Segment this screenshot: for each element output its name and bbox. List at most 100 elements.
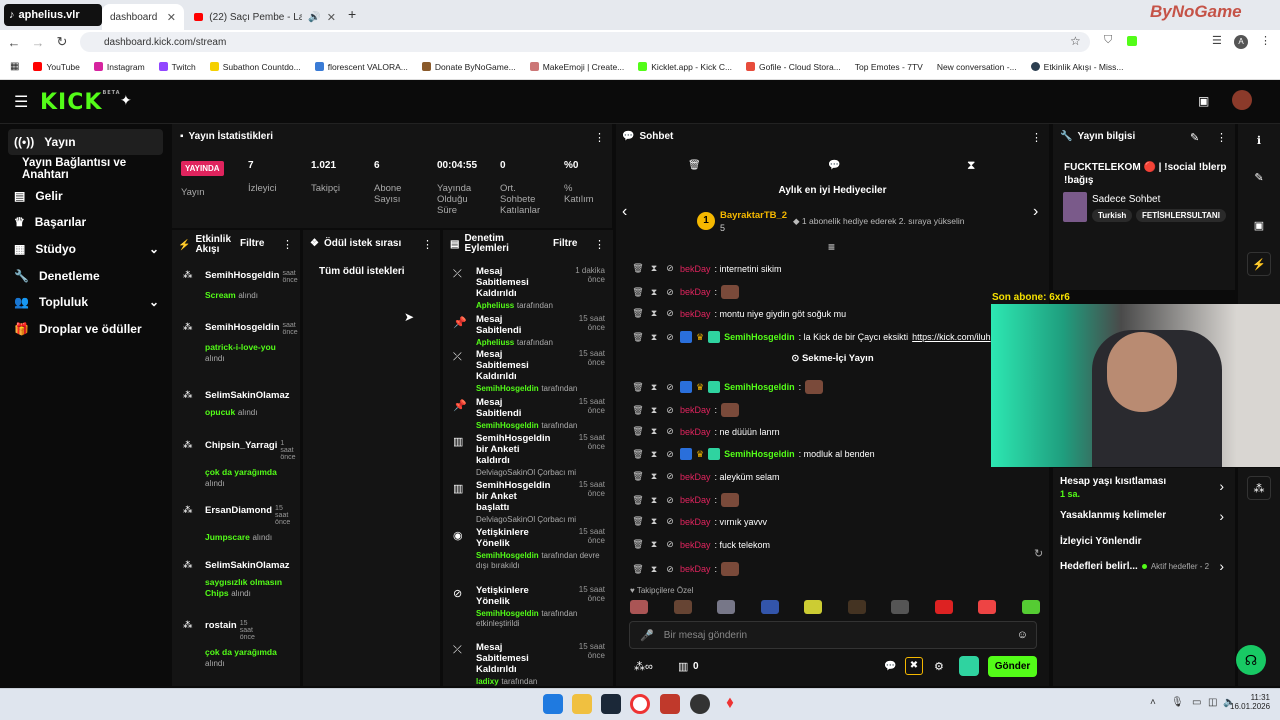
emote-icon[interactable] [717,600,736,614]
store-icon[interactable]: ▥ [678,660,688,673]
url-input[interactable]: dashboard.kick.com/stream [80,32,1090,52]
trash-icon[interactable]: 🗑 [688,160,701,171]
profile-avatar[interactable]: A [1234,35,1248,49]
ban-icon[interactable]: ⊘ [664,426,676,437]
ban-icon[interactable]: ⊘ [664,405,676,416]
new-tab-button[interactable]: + [348,6,356,22]
network-icon[interactable]: ◫ [1208,697,1217,708]
all-rewards-link[interactable]: Tüm ödül istekleri [319,266,405,277]
chat-message[interactable]: 🗑 ⧗ ⊘ ♛ SemihHosgeldin : la Kick de bir Çay… [632,331,991,343]
emote-icon[interactable] [673,600,692,614]
trash-icon[interactable]: 🗑 [632,308,644,319]
chat-message[interactable]: 🗑 ⧗ ⊘ bekDay : vırnık yavvv [632,516,767,527]
stream-app-icon[interactable] [660,694,680,714]
chat-message[interactable]: 🗑 ⧗ ⊘ bekDay : ne düüün lanrn [632,426,779,437]
shield-icon[interactable]: ⛉ [1104,34,1112,47]
forward-icon[interactable]: → [26,35,50,50]
monitor-icon[interactable]: ▭ [1192,697,1201,708]
trash-icon[interactable]: 🗑 [632,471,644,482]
chat-username[interactable]: bekDay [680,564,711,574]
emote-icon[interactable] [934,600,953,614]
timeout-icon[interactable]: ⧗ [648,471,660,482]
bookmark-subathon[interactable]: Subathon Countdo... [209,62,301,72]
points-icon[interactable]: ⁂∞ [634,660,653,673]
chat-message[interactable]: 🗑 ⧗ ⊘ bekDay : [632,493,740,507]
activity-menu-icon[interactable]: ⋮ [282,238,293,251]
timeout-icon[interactable]: ⧗ [648,426,660,437]
user-avatar[interactable] [1232,90,1252,110]
ban-icon[interactable]: ⊘ [664,382,676,393]
obs-icon[interactable] [690,694,710,714]
nav-stream-key[interactable]: Yayın Bağlantısı ve Anahtarı [16,156,171,182]
chrome-icon[interactable] [630,694,650,714]
nav-topluluk[interactable]: 👥 Topluluk ⌄ [8,289,163,315]
help-button[interactable]: ☊ [1236,645,1266,675]
bookmark-instagram[interactable]: Instagram [93,62,145,72]
chat-message[interactable]: 🗑 ⧗ ⊘ bekDay : [632,562,740,576]
activity-filter-button[interactable]: Filtre [240,238,264,249]
pin-tool-icon[interactable]: ✦ [120,92,132,109]
chat-message[interactable]: 🗑 ⧗ ⊘ bekDay : [632,403,740,417]
setting-banned-words[interactable]: Yasaklanmış kelimeler › [1060,508,1228,524]
chat-username[interactable]: SemihHosgeldin [724,332,795,342]
chevron-left-icon[interactable]: ‹ [622,203,627,221]
nav-denetleme[interactable]: 🔧 Denetleme [8,263,163,289]
trash-icon[interactable]: 🗑 [632,495,644,506]
timeout-icon[interactable]: ⧗ [648,516,660,527]
emote-icon[interactable] [1021,600,1040,614]
preview-icon[interactable]: ▣ [1198,94,1209,108]
emoji-icon[interactable]: ☺ [1017,629,1028,641]
chevron-up-icon[interactable]: ˄ [1150,697,1156,708]
emote-icon[interactable] [847,600,866,614]
valorant-icon[interactable]: ⬧ [720,694,740,714]
trash-icon[interactable]: 🗑 [632,405,644,416]
nav-studyo[interactable]: ▦ Stüdyo ⌄ [8,236,163,262]
tab-dashboard[interactable]: dashboard ✕ [102,4,184,30]
chat-username[interactable]: bekDay [680,495,711,505]
timeout-icon[interactable]: ⧗ [648,287,660,298]
mic-icon[interactable]: 🎤 [640,629,654,642]
chat-input[interactable]: 🎤 Bir mesaj gönderin ☺ [629,621,1037,649]
emote-icon[interactable] [891,600,910,614]
reload-icon[interactable]: ↻ [50,34,74,50]
timeout-icon[interactable]: ⧗ [648,332,660,343]
steam-icon[interactable] [601,694,621,714]
timeout-icon[interactable]: ⧗ [648,382,660,393]
nav-droplar[interactable]: 🎁 Droplar ve ödüller [8,316,163,342]
ban-icon[interactable]: ⊘ [664,332,676,343]
chat-username[interactable]: bekDay [680,309,711,319]
emote-icon[interactable] [978,600,997,614]
chat-message[interactable]: 🗑 ⧗ ⊘ bekDay : fuck telekom [632,539,770,550]
trash-icon[interactable]: 🗑 [632,539,644,550]
kick-logo[interactable]: KICKBETA [40,90,121,115]
info-icon[interactable]: ℹ [1247,129,1271,153]
stats-menu-icon[interactable]: ⋮ [594,131,605,144]
gear-icon[interactable]: ⚙ [934,660,944,673]
chat-message[interactable]: 🗑 ⧗ ⊘ bekDay : montu niye giydin göt soğuk… [632,308,846,319]
rewards-menu-icon[interactable]: ⋮ [422,238,433,251]
bookmark-makeemoji[interactable]: MakeEmoji | Create... [529,62,624,72]
hamburger-menu-icon[interactable]: ☰ [14,92,28,112]
collapse-icon[interactable]: ≡ [828,240,835,254]
trash-icon[interactable]: 🗑 [632,516,644,527]
bookmark-twitch[interactable]: Twitch [158,62,196,72]
clock[interactable]: 11:31 16.01.2026 [1230,693,1270,711]
trash-icon[interactable]: 🗑 [632,564,644,575]
chat-settings-bubble-icon[interactable]: 💬 [884,661,896,672]
mic-tray-icon[interactable]: 🎙 [1171,697,1184,708]
timeout-icon[interactable]: ⧗ [648,539,660,550]
tab-youtube[interactable]: (22) Saçı Pembe - Lanetkel 🔊 ✕ [186,4,344,30]
chat-link[interactable]: https://kick.com/iluh [912,332,991,342]
folder-icon[interactable] [572,694,592,714]
ban-icon[interactable]: ⊘ [664,263,676,274]
setting-account-age[interactable]: Hesap yaşı kısıtlaması 1 sa. › [1060,476,1228,499]
trash-icon[interactable]: 🗑 [632,332,644,343]
edit-pencil-icon[interactable]: ✎ [1190,131,1199,144]
nav-basarilar[interactable]: ♛ Başarılar [8,209,163,235]
points-tool-icon[interactable]: ⁂ [1247,476,1271,500]
chat-username[interactable]: bekDay [680,540,711,550]
kebab-menu-icon[interactable]: ⋮ [1260,34,1271,47]
timeout-icon[interactable]: ⧗ [648,449,660,460]
chat-mode-icon[interactable]: 💬 [828,160,840,171]
close-icon[interactable]: ✕ [167,11,176,24]
